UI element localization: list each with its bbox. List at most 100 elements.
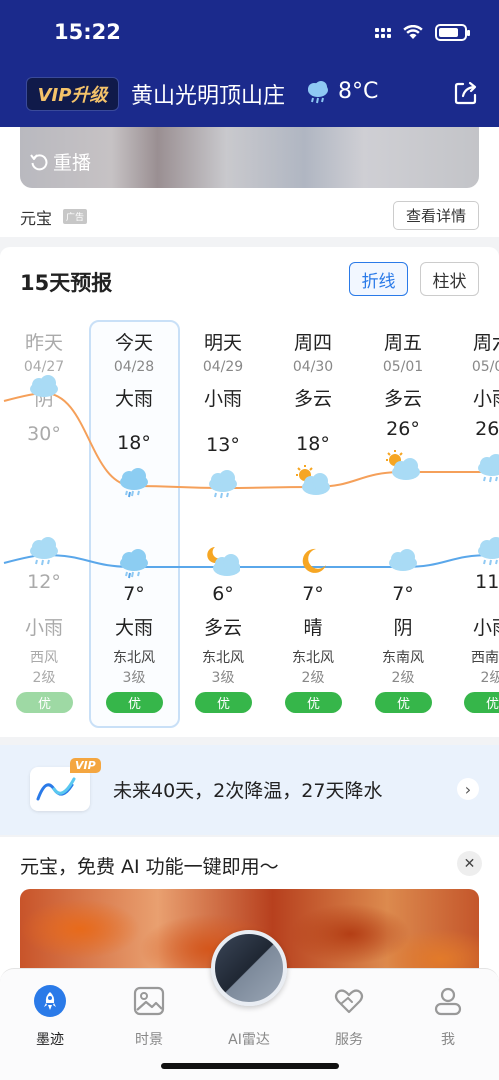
day-weather: 多云 [293, 388, 332, 410]
high-temp-label: 18° [117, 432, 151, 454]
high-temp-label: 13° [206, 434, 240, 456]
wind-level: 3级 [211, 670, 235, 686]
heavy-rain-cloud-icon [117, 545, 151, 583]
forecast-card: 15天预报 折线 柱状 昨天 04/27 阴小雨 西风 2级优今天 04/28 大雨 大雨 东北… [0, 247, 499, 737]
day-weather: 小雨 [472, 388, 499, 410]
rocket-icon [34, 985, 66, 1017]
wind-direction: 东北风 [292, 650, 334, 666]
aqi-badge: 优 [106, 692, 163, 713]
day-date: 05/01 [382, 359, 424, 375]
night-weather: 晴 [303, 617, 323, 639]
night-weather: 小雨 [472, 617, 499, 639]
high-temp-label: 18° [296, 433, 330, 455]
partly-cloudy-icon [296, 465, 330, 503]
wind-level: 2级 [480, 670, 499, 686]
wind-direction: 西南风 [471, 650, 499, 666]
wind-level: 2级 [301, 670, 325, 686]
day-date: 04/29 [202, 359, 244, 375]
share-icon[interactable] [453, 80, 479, 106]
low-temp-label: 6° [212, 583, 234, 605]
low-temp-label: 7° [302, 583, 324, 605]
day-name: 周六 [472, 332, 499, 354]
wind-direction: 东南风 [382, 650, 424, 666]
moon-icon [296, 545, 330, 583]
wifi-icon [403, 25, 423, 39]
forecast-day[interactable]: 周五 05/01 多云阴东南风 2级优 [358, 320, 448, 730]
vip-badge: VIP [70, 758, 101, 773]
light-rain-cloud-icon [27, 533, 61, 571]
aqi-badge: 优 [375, 692, 432, 713]
heart-hands-icon [334, 989, 364, 1014]
day-date: 05/02 [471, 359, 499, 375]
tab-label: 时景 [135, 1032, 163, 1048]
tab-label: 服务 [335, 1032, 363, 1048]
tab-label: 我 [441, 1032, 455, 1048]
night-weather: 阴 [393, 617, 413, 639]
location-title[interactable]: 黄山光明顶山庄 [131, 78, 285, 110]
tab-label: 墨迹 [36, 1032, 64, 1048]
status-icons [375, 24, 470, 41]
promo-text: 未来40天，2次降温，27天降水 [113, 780, 383, 802]
day-name: 周四 [293, 332, 332, 354]
signal-icon [375, 27, 391, 38]
low-temp-label: 12° [27, 571, 61, 593]
forecast-day-today[interactable]: 今天 04/28 大雨 大雨 东北风 3级优 [89, 320, 179, 730]
night-weather: 多云 [203, 617, 242, 639]
view-details-button[interactable]: 查看详情 [393, 201, 479, 230]
low-temp-label: 7° [123, 583, 145, 605]
status-time: 15:22 [54, 20, 121, 44]
forecast-title: 15天预报 [20, 271, 113, 295]
wind-direction: 西风 [30, 650, 58, 666]
wind-level: 2级 [32, 670, 56, 686]
ai-radar-button[interactable] [211, 930, 287, 1006]
wind-level: 3级 [122, 670, 146, 686]
ad-video-card[interactable]: 重播 元宝 广告 查看详情 [0, 127, 499, 237]
day-name: 今天 [114, 332, 153, 354]
forecast-day[interactable]: 明天 04/29 小雨多云东北风 3级优 [178, 320, 268, 730]
night-weather: 大雨 [114, 617, 153, 639]
partly-cloudy-icon [386, 450, 420, 488]
battery-icon [435, 24, 470, 41]
tab-label: AI雷达 [228, 1032, 270, 1048]
forecast-day[interactable]: 周六05/02小雨小雨西南风2级优 [447, 320, 499, 730]
cloud-icon [27, 371, 61, 409]
day-weather: 小雨 [203, 388, 242, 410]
partly-cloudy-night-icon [206, 545, 241, 583]
replay-label: 重播 [53, 152, 92, 174]
light-rain-cloud-icon [206, 466, 240, 504]
replay-button[interactable]: 重播 [30, 148, 91, 175]
user-icon [434, 987, 462, 1016]
day-date: 04/30 [292, 359, 334, 375]
day-name: 周五 [383, 332, 422, 354]
heavy-rain-cloud-icon [117, 464, 151, 502]
aqi-badge: 优 [195, 692, 252, 713]
vip-upgrade-button[interactable]: VIP升级 [26, 77, 119, 111]
chevron-right-icon[interactable]: › [457, 778, 479, 800]
wind-direction: 东北风 [202, 650, 244, 666]
high-temp-label: 30° [27, 423, 61, 445]
high-temp-label: 26° [475, 418, 499, 440]
bar-chart-toggle[interactable]: 柱状 [420, 262, 479, 296]
day-weather: 多云 [383, 388, 422, 410]
line-chart-toggle[interactable]: 折线 [349, 262, 408, 296]
ad-video[interactable]: 重播 [20, 127, 479, 188]
aqi-badge: 优 [285, 692, 342, 713]
close-icon[interactable]: ✕ [457, 851, 482, 876]
aqi-badge: 优 [464, 692, 499, 713]
ad-banner-title: 元宝，免费 AI 功能一键即用～ [20, 856, 279, 878]
aqi-badge: 优 [16, 692, 73, 713]
day-name: 昨天 [24, 332, 63, 354]
light-rain-cloud-icon [475, 533, 499, 571]
low-temp-label: 11° [475, 571, 499, 593]
app-header: 15:22 VIP升级 黄山光明顶山庄 8°C [0, 0, 499, 127]
ad-brand: 元宝 [20, 209, 53, 228]
day-date: 04/28 [113, 359, 155, 375]
wind-direction: 东北风 [113, 650, 155, 666]
cloud-icon [386, 545, 420, 583]
current-temperature: 8°C [338, 79, 379, 104]
forecast-day[interactable]: 周四 04/30 多云晴东北风 2级优 [268, 320, 358, 730]
forty-day-promo[interactable]: VIP 未来40天，2次降温，27天降水 › [0, 745, 499, 835]
wind-level: 2级 [391, 670, 415, 686]
home-indicator [161, 1063, 339, 1069]
day-name: 明天 [203, 332, 242, 354]
